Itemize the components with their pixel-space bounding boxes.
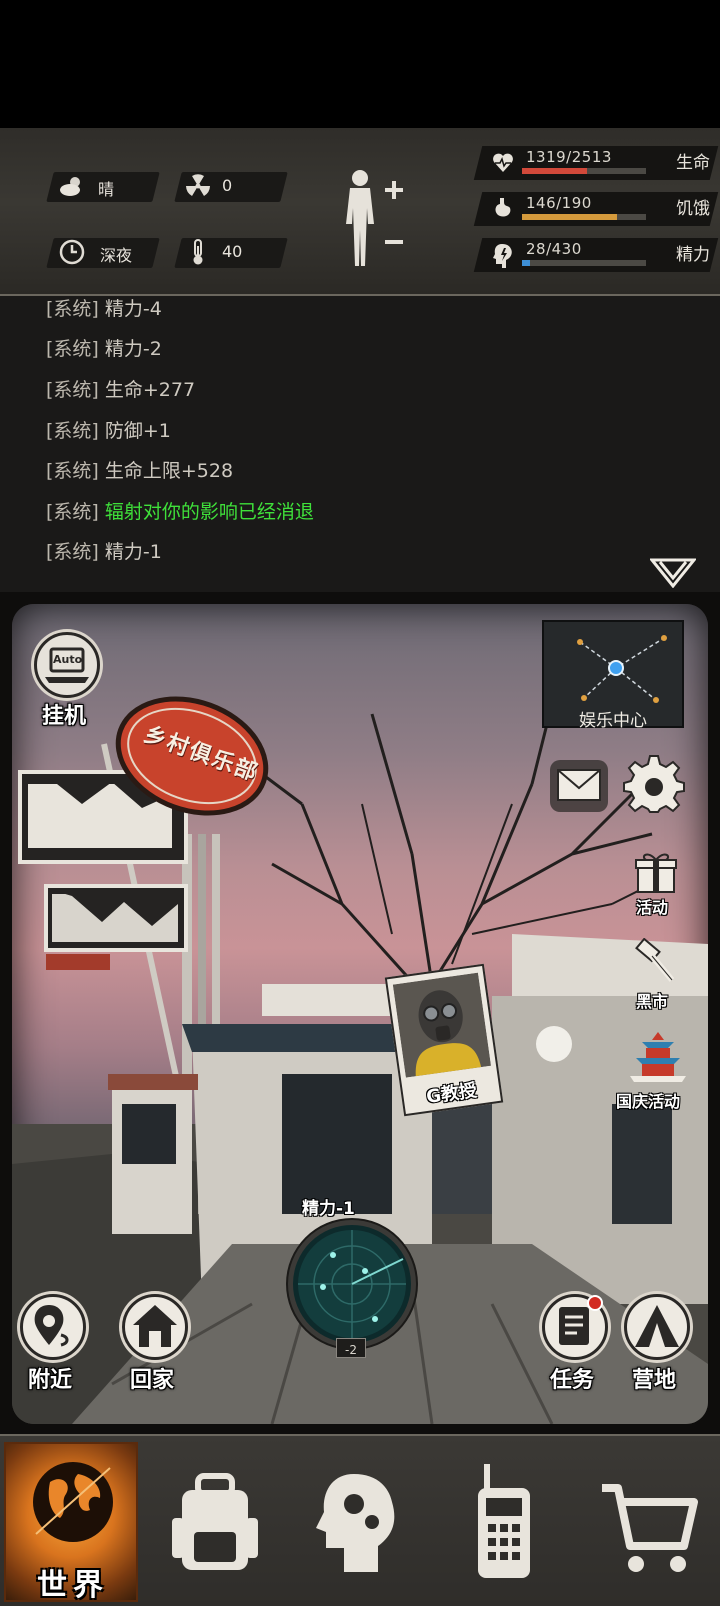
settings-button[interactable] [622, 754, 686, 818]
radar-scan-button[interactable] [288, 1220, 416, 1348]
health-value: 1319/2513 [526, 148, 612, 166]
hunger-row: 146/190 饥饿 [473, 192, 719, 226]
hunger-value: 146/190 [526, 194, 592, 212]
system-log[interactable]: [系统] 精力-4 [系统] 精力-2 [系统] 生命+277 [系统] 防御+… [0, 296, 720, 592]
auto-idle-button[interactable]: Auto [34, 632, 100, 698]
mail-icon [557, 769, 601, 801]
hunger-label: 饥饿 [676, 199, 710, 219]
log-line: [系统] 精力-4 [46, 298, 162, 320]
gear-icon [623, 755, 685, 813]
camp-label: 营地 [632, 1368, 677, 1393]
hunger-bar [522, 214, 646, 220]
status-panel: 晴 0 深夜 40 1319/2513 生命 146/190 饥饿 28/430… [0, 128, 720, 296]
energy-label: 精力 [676, 245, 710, 265]
temperature-value: 40 [222, 242, 243, 261]
task-notification-dot [587, 1295, 603, 1311]
radar-level: -2 [345, 1343, 357, 1357]
world-scene[interactable]: 乡村俱乐部 Auto 挂机 娱乐中心 活动 黑市 国庆活动 G教授 精力-1 -… [12, 604, 708, 1424]
cloudy-sun-icon [60, 177, 80, 196]
minimap[interactable]: 娱乐中心 [542, 620, 684, 731]
clock-icon [59, 239, 85, 265]
weather-label: 晴 [98, 180, 115, 199]
black-market-label: 黑市 [636, 992, 669, 1011]
time-label: 深夜 [100, 246, 133, 265]
nav-tab-world[interactable]: 世界 [4, 1442, 138, 1603]
gas-mask-portrait [392, 972, 492, 1078]
nav-tab-skills[interactable] [292, 1442, 426, 1602]
log-line: [系统] 防御+1 [46, 420, 171, 442]
gift-icon[interactable] [632, 850, 680, 894]
health-label: 生命 [676, 153, 710, 173]
nav-tab-radio[interactable] [436, 1442, 570, 1602]
nav-tab-shop[interactable] [580, 1442, 714, 1602]
scene-frame: 乡村俱乐部 Auto 挂机 娱乐中心 活动 黑市 国庆活动 G教授 精力-1 -… [0, 592, 720, 1434]
bottom-nav: 世界 [0, 1434, 720, 1606]
radar-level-badge: -2 [336, 1338, 366, 1358]
nav-tab-backpack[interactable] [148, 1442, 282, 1602]
minimap-routes [577, 635, 667, 703]
energy-row: 28/430 精力 [473, 238, 719, 272]
activity-label: 活动 [636, 898, 669, 917]
mail-button[interactable] [550, 760, 608, 812]
heart-icon [493, 153, 513, 172]
expand-log-chevron-icon[interactable] [650, 558, 696, 588]
radiation-value: 0 [222, 176, 233, 195]
health-row: 1319/2513 生命 [473, 146, 719, 180]
thermometer-icon [193, 239, 203, 265]
minimap-location-label: 娱乐中心 [579, 711, 647, 731]
energy-cost-label: 精力-1 [302, 1199, 355, 1219]
health-bar [522, 168, 646, 174]
auction-hammer-icon[interactable] [630, 938, 678, 988]
shopping-cart-icon [602, 1484, 698, 1572]
auto-idle-label: 挂机 [42, 704, 87, 729]
radar-icon [298, 1230, 406, 1338]
energy-bar [522, 260, 646, 266]
backpack-icon [172, 1473, 258, 1570]
home-label: 回家 [130, 1368, 175, 1393]
log-line: [系统] 精力-2 [46, 338, 162, 360]
radiation-icon [186, 174, 210, 196]
auto-badge: Auto [53, 653, 83, 666]
home-button[interactable] [122, 1294, 188, 1360]
task-label: 任务 [550, 1368, 595, 1393]
temple-icon[interactable] [628, 1030, 688, 1088]
nav-tab-world-label: 世界 [37, 1568, 109, 1603]
nearby-button[interactable] [20, 1294, 86, 1360]
log-line: [系统] 精力-1 [46, 541, 162, 563]
energy-value: 28/430 [526, 240, 582, 258]
tent-icon [635, 1305, 679, 1347]
head-gears-icon [316, 1474, 395, 1572]
stomach-icon [495, 198, 511, 217]
nearby-label: 附近 [28, 1368, 73, 1393]
log-line: [系统] 生命上限+528 [46, 460, 234, 482]
brain-icon [493, 244, 512, 268]
log-line: [系统] 辐射对你的影响已经消退 [46, 501, 314, 523]
walkie-talkie-icon [478, 1464, 530, 1578]
camp-button[interactable] [624, 1294, 690, 1360]
globe-icon [33, 1462, 113, 1542]
body-figure-icon[interactable] [340, 168, 410, 272]
location-pin-icon [34, 1305, 69, 1347]
task-button[interactable] [542, 1294, 608, 1360]
log-line: [系统] 生命+277 [46, 379, 196, 401]
npc-card[interactable]: G教授 [384, 963, 504, 1117]
national-day-label: 国庆活动 [616, 1092, 681, 1111]
home-icon [133, 1305, 177, 1347]
